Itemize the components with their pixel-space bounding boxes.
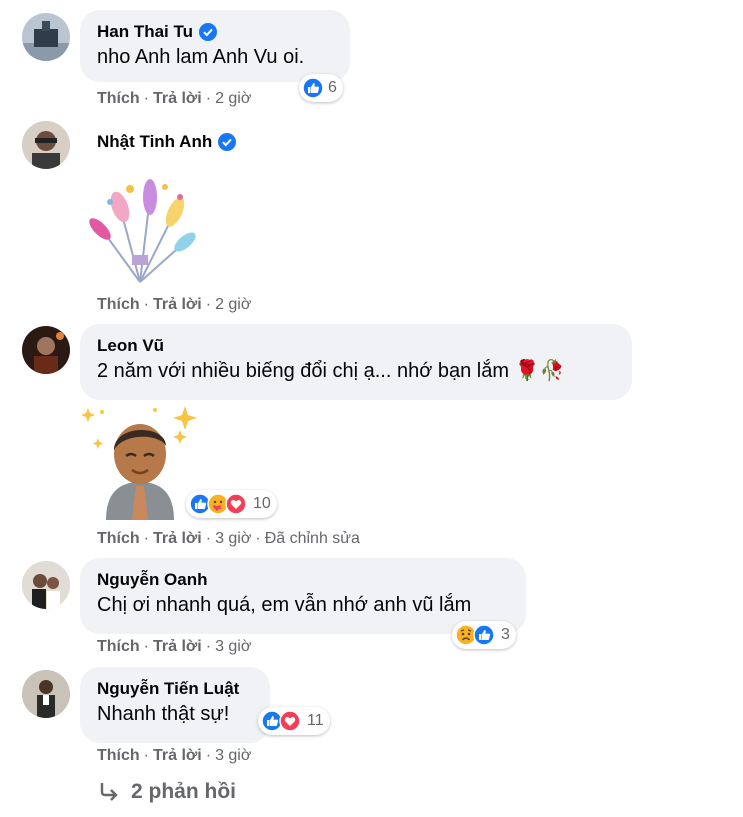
- reply-link[interactable]: Trả lời: [153, 296, 202, 313]
- author-name[interactable]: Han Thai Tu: [97, 21, 193, 43]
- reaction-summary[interactable]: 3: [452, 621, 516, 649]
- comment-actions: Thích · Trả lời · 3 giờ · Đã chỉnh sửa: [97, 530, 360, 547]
- avatar[interactable]: [22, 326, 70, 374]
- reply-link[interactable]: Trả lời: [153, 530, 202, 547]
- reaction-count: 11: [307, 712, 324, 729]
- like-link[interactable]: Thích: [97, 530, 140, 547]
- reply-link[interactable]: Trả lời: [153, 90, 202, 107]
- comment-author[interactable]: Nhật Tinh Anh: [97, 131, 237, 153]
- comment-bubble: Nguyễn Tiến Luật Nhanh thật sự!: [80, 667, 270, 743]
- comment-text: 2 năm với nhiều biếng đổi chị ạ... nhớ b…: [97, 360, 565, 382]
- reaction-count: 3: [501, 626, 510, 643]
- author-name[interactable]: Nguyễn Oanh: [97, 569, 208, 591]
- reaction-summary[interactable]: 11: [258, 707, 330, 735]
- comment-author[interactable]: Leon Vũ: [97, 335, 615, 357]
- comment-bubble: Leon Vũ 2 năm với nhiều biếng đổi chị ạ.…: [80, 324, 632, 400]
- reaction-summary[interactable]: 6: [299, 74, 343, 102]
- reply-link[interactable]: Trả lời: [153, 747, 202, 764]
- edited-label[interactable]: Đã chỉnh sửa: [265, 530, 360, 547]
- praying-man-sticker[interactable]: [80, 402, 200, 520]
- author-name[interactable]: Nhật Tinh Anh: [97, 131, 212, 153]
- like-link[interactable]: Thích: [97, 90, 140, 107]
- comment-time[interactable]: 3 giờ: [215, 638, 251, 655]
- avatar[interactable]: [22, 561, 70, 609]
- replies-count-label[interactable]: 2 phản hồi: [131, 780, 236, 804]
- comment-time[interactable]: 2 giờ: [215, 90, 251, 107]
- comment-text: nho Anh lam Anh Vu oi.: [97, 46, 305, 68]
- view-replies-link[interactable]: 2 phản hồi: [97, 780, 236, 804]
- avatar[interactable]: [22, 670, 70, 718]
- like-icon: [302, 77, 324, 99]
- comment-actions: Thích · Trả lời · 3 giờ: [97, 638, 252, 655]
- like-link[interactable]: Thích: [97, 296, 140, 313]
- comment-actions: Thích · Trả lời · 2 giờ: [97, 296, 252, 313]
- reply-arrow-icon: [97, 780, 121, 804]
- comment-bubble: Han Thai Tu nho Anh lam Anh Vu oi.: [80, 10, 350, 82]
- comment-actions: Thích · Trả lời · 3 giờ: [97, 747, 252, 764]
- comment-actions: Thích · Trả lời · 2 giờ: [97, 90, 252, 107]
- comment-time[interactable]: 2 giờ: [215, 296, 251, 313]
- love-icon: [225, 493, 247, 515]
- avatar[interactable]: [22, 121, 70, 169]
- verified-badge-icon: [218, 133, 237, 151]
- comment-author[interactable]: Nguyễn Oanh: [97, 569, 509, 591]
- comment-text: Chị ơi nhanh quá, em vẫn nhớ anh vũ lắm: [97, 594, 472, 616]
- comment-time[interactable]: 3 giờ: [215, 747, 251, 764]
- like-icon: [473, 624, 495, 646]
- author-name[interactable]: Nguyễn Tiến Luật: [97, 678, 239, 700]
- avatar[interactable]: [22, 13, 70, 61]
- reaction-count: 6: [328, 79, 337, 96]
- like-link[interactable]: Thích: [97, 638, 140, 655]
- reaction-summary[interactable]: 10: [186, 490, 277, 518]
- reaction-count: 10: [253, 495, 271, 512]
- comment-author[interactable]: Han Thai Tu: [97, 21, 333, 43]
- verified-badge-icon: [199, 23, 218, 41]
- reply-link[interactable]: Trả lời: [153, 638, 202, 655]
- comment-author[interactable]: Nguyễn Tiến Luật: [97, 678, 253, 700]
- author-name[interactable]: Leon Vũ: [97, 335, 164, 357]
- flower-bouquet-sticker[interactable]: [80, 167, 200, 287]
- comment-text: Nhanh thật sự!: [97, 703, 230, 725]
- comment-time[interactable]: 3 giờ: [215, 530, 251, 547]
- love-icon: [279, 710, 301, 732]
- like-link[interactable]: Thích: [97, 747, 140, 764]
